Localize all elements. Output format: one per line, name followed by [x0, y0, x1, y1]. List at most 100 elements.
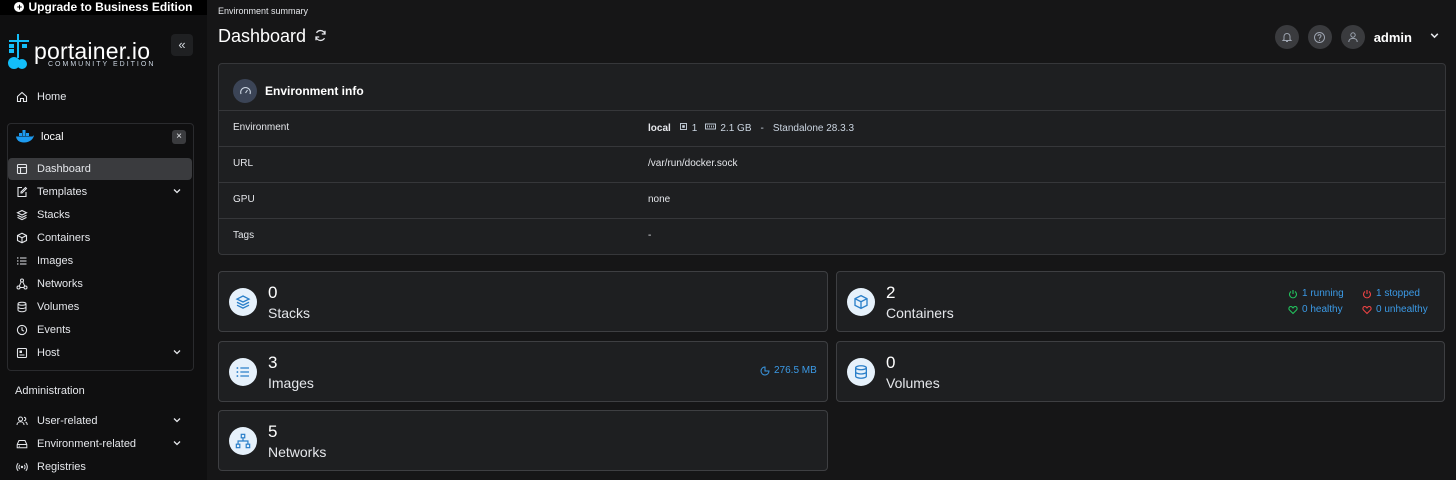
host-icon — [15, 346, 29, 360]
sidebar-item-host[interactable]: Host — [8, 342, 192, 364]
sidebar-item-label: Stacks — [37, 209, 71, 221]
sidebar-item-events[interactable]: Events — [8, 319, 192, 341]
sidebar-item-label: Environment-related — [37, 438, 137, 450]
power-icon — [1288, 289, 1298, 298]
layers-icon — [15, 208, 29, 222]
networks-label: Networks — [268, 444, 327, 460]
healthy-status: 0 healthy — [1288, 304, 1343, 315]
info-value: local 1 2.1 GB - Standalone 28.3.3 — [648, 122, 854, 134]
containers-count: 2 — [886, 283, 896, 302]
volumes-card[interactable]: 0 Volumes — [836, 341, 1445, 402]
stopped-status: 1 stopped — [1362, 288, 1420, 299]
sidebar-item-label: Home — [37, 91, 67, 103]
layers-icon — [229, 288, 257, 316]
environment-name: local — [41, 131, 64, 143]
containers-card[interactable]: 2 Containers 1 running 1 stopped 0 healt… — [836, 271, 1445, 332]
bell-icon — [1281, 32, 1292, 42]
clock-icon — [15, 323, 29, 337]
box-icon — [847, 288, 875, 316]
avatar[interactable] — [1340, 25, 1365, 49]
chevron-down-icon — [172, 186, 182, 199]
page-title-row: Dashboard — [218, 26, 327, 47]
brand-logo[interactable]: portainer.io COMMUNITY EDITION « — [6, 30, 193, 72]
sidebar-item-registries[interactable]: Registries — [8, 456, 192, 478]
info-value: none — [648, 194, 671, 205]
sidebar-item-images[interactable]: Images — [8, 250, 192, 272]
user-menu[interactable]: admin — [1374, 30, 1412, 45]
info-row-tags: Tags - — [219, 218, 1445, 255]
notifications-button[interactable] — [1274, 25, 1299, 49]
radio-icon — [15, 460, 29, 474]
sidebar-item-stacks[interactable]: Stacks — [8, 204, 192, 226]
plus-circle-icon: + — [14, 2, 25, 12]
images-size-value: 276.5 MB — [774, 365, 817, 376]
database-icon — [847, 358, 875, 386]
home-icon — [15, 90, 29, 104]
running-status: 1 running — [1288, 288, 1344, 299]
refresh-icon[interactable] — [314, 26, 327, 47]
layout-icon — [15, 162, 29, 176]
upgrade-banner[interactable]: + Upgrade to Business Edition — [0, 0, 207, 15]
info-row-gpu: GPU none — [219, 182, 1445, 219]
portainer-crane-icon — [8, 34, 29, 69]
sidebar-item-label: User-related — [37, 415, 98, 427]
info-key: URL — [233, 158, 254, 169]
sidebar-item-home[interactable]: Home — [8, 86, 192, 108]
environment-info-header: Environment info — [233, 79, 364, 103]
stacks-label: Stacks — [268, 305, 311, 321]
docker-icon — [16, 130, 34, 148]
collapse-sidebar-button[interactable]: « — [171, 34, 193, 56]
networks-count: 5 — [268, 422, 278, 441]
chevron-down-icon — [172, 347, 182, 360]
upgrade-label: Upgrade to Business Edition — [28, 0, 193, 14]
heart-icon — [1288, 305, 1298, 314]
chevron-down-icon — [172, 438, 182, 451]
images-count: 3 — [268, 353, 278, 372]
info-value: /var/run/docker.sock — [648, 158, 738, 169]
network-icon — [229, 427, 257, 455]
help-icon — [1314, 31, 1326, 43]
sidebar-item-label: Volumes — [37, 301, 80, 313]
sidebar-item-volumes[interactable]: Volumes — [8, 296, 192, 318]
sidebar: + Upgrade to Business Edition portainer.… — [0, 0, 207, 480]
environment-type: Standalone 28.3.3 — [772, 122, 855, 134]
environment-value: local — [648, 122, 671, 134]
pie-chart-icon — [760, 365, 770, 375]
close-environment-button[interactable]: × — [172, 130, 186, 144]
sidebar-item-label: Dashboard — [37, 163, 91, 175]
sidebar-item-dashboard[interactable]: Dashboard — [8, 158, 192, 180]
chevron-down-icon[interactable] — [1429, 28, 1440, 46]
sidebar-item-networks[interactable]: Networks — [8, 273, 192, 295]
breadcrumb: Environment summary — [218, 6, 309, 16]
containers-label: Containers — [886, 305, 954, 321]
healthy-count: 0 healthy — [1302, 304, 1343, 315]
info-key: Environment — [233, 122, 290, 133]
main-content: Environment summary Dashboard admin Envi… — [207, 0, 1456, 480]
sidebar-item-label: Host — [37, 347, 60, 359]
sidebar-item-containers[interactable]: Containers — [8, 227, 192, 249]
sidebar-item-label: Registries — [37, 461, 86, 473]
sidebar-item-templates[interactable]: Templates — [8, 181, 192, 203]
images-size: 276.5 MB — [760, 365, 817, 376]
header-actions: admin — [1274, 25, 1440, 49]
unhealthy-status: 0 unhealthy — [1362, 304, 1428, 315]
images-card[interactable]: 3 Images 276.5 MB — [218, 341, 828, 402]
sidebar-item-label: Networks — [37, 278, 83, 290]
edit-icon — [15, 185, 29, 199]
separator: - — [760, 122, 764, 134]
sidebar-item-environment-related[interactable]: Environment-related — [8, 433, 192, 455]
sidebar-item-user-related[interactable]: User-related — [8, 410, 192, 432]
memory-icon — [705, 122, 717, 134]
help-button[interactable] — [1307, 25, 1332, 49]
database-icon — [15, 300, 29, 314]
gauge-icon — [233, 79, 257, 103]
environment-info-title: Environment info — [265, 84, 364, 98]
info-key: Tags — [233, 230, 255, 241]
hdd-icon — [15, 437, 29, 451]
stacks-card[interactable]: 0 Stacks — [218, 271, 828, 332]
info-value: - — [648, 230, 652, 241]
running-count: 1 running — [1302, 288, 1344, 299]
images-label: Images — [268, 375, 314, 391]
networks-card[interactable]: 5 Networks — [218, 410, 828, 471]
volumes-label: Volumes — [886, 375, 940, 391]
